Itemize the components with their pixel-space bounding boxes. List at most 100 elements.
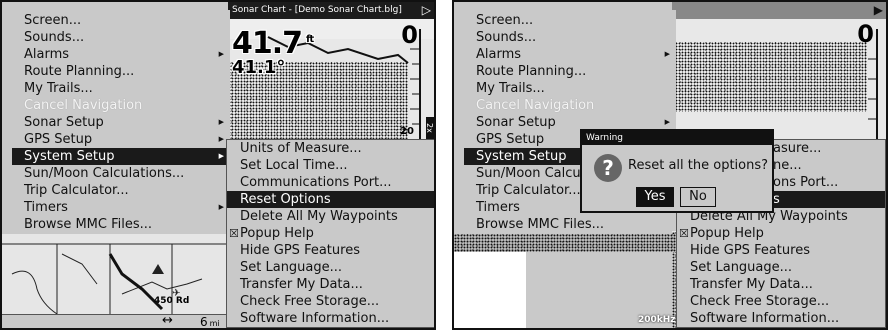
checkbox-checked-icon[interactable]: ☒ <box>679 225 689 242</box>
submenu-right-item-label: Hide GPS Features <box>690 243 810 258</box>
main-menu-right-item[interactable]: My Trails... <box>464 80 676 97</box>
pan-arrows-icon: ↔ <box>162 313 173 328</box>
submenu-item[interactable]: Hide GPS Features <box>227 242 434 259</box>
main-menu-item[interactable]: GPS Setup ▶ <box>12 131 230 148</box>
collapse-triangle-icon-right[interactable]: ▶ <box>874 3 883 18</box>
main-menu-item[interactable]: Sonar Setup ▶ <box>12 114 230 131</box>
submenu-right-item[interactable]: Hide GPS Features <box>677 242 885 259</box>
submenu-item-label: Set Local Time... <box>240 158 348 173</box>
main-menu-item[interactable]: System Setup ▶ <box>12 148 230 165</box>
depth-scale-top-right: 0 <box>857 20 874 48</box>
main-menu-item-label: Sounds... <box>24 30 85 45</box>
submenu-item-label: Check Free Storage... <box>240 294 380 309</box>
submenu-item[interactable]: Set Local Time... <box>227 157 434 174</box>
submenu-right-item-label: s <box>773 192 780 207</box>
main-menu-item-label: GPS Setup <box>24 132 93 147</box>
main-menu: Screen... Sounds... Alarms ▶ Route Planning.… <box>12 10 230 233</box>
main-menu-right-item-label: Route Planning... <box>476 64 587 79</box>
main-menu-item[interactable]: Alarms ▶ <box>12 46 230 63</box>
main-menu-item[interactable]: Browse MMC Files... <box>12 216 230 233</box>
sonar-chart-title-right: ▶ <box>672 2 886 19</box>
submenu-item[interactable]: Communications Port... <box>227 174 434 191</box>
map-status-bar: ↔ 6 mi <box>2 313 228 329</box>
submenu-right-item-label: Popup Help <box>690 226 764 241</box>
submenu-item-label: Transfer My Data... <box>240 277 363 292</box>
submenu-item[interactable]: Check Free Storage... <box>227 293 434 310</box>
submenu-right-item-label: Check Free Storage... <box>690 294 830 309</box>
main-menu-right-item-label: Cancel Navigation <box>476 98 595 113</box>
chevron-right-icon: ▶ <box>218 118 224 126</box>
white-window <box>454 252 526 328</box>
main-menu-right-item-label: GPS Setup <box>476 132 545 147</box>
map-zoom-value: 6 mi <box>200 315 220 329</box>
dialog-message: Reset all the options? <box>628 158 769 173</box>
main-menu-item[interactable]: Sounds... <box>12 29 230 46</box>
submenu-right-item[interactable]: Transfer My Data... <box>677 276 885 293</box>
submenu-item[interactable]: Set Language... <box>227 259 434 276</box>
main-menu-item-label: Screen... <box>24 13 82 28</box>
submenu-right-item[interactable]: Check Free Storage... <box>677 293 885 310</box>
main-menu-item-label: Trip Calculator... <box>24 183 129 198</box>
submenu-item-label: Reset Options <box>240 192 331 207</box>
depth-scale-top: 0 <box>401 21 418 49</box>
main-menu-right-item-label: Sonar Setup <box>476 115 556 130</box>
temperature-readout: 41.1° <box>232 57 286 78</box>
submenu-item[interactable]: Software Information... <box>227 310 434 327</box>
submenu-right-item[interactable]: Set Language... <box>677 259 885 276</box>
submenu-right-item[interactable]: Software Information... <box>677 310 885 327</box>
submenu-item[interactable]: Units of Measure... <box>227 140 434 157</box>
main-menu-item-label: Sonar Setup <box>24 115 104 130</box>
submenu-item-label: Communications Port... <box>240 175 392 190</box>
main-menu-right-item-label: Timers <box>476 200 520 215</box>
submenu-item-label: Software Information... <box>240 311 390 326</box>
chevron-right-icon: ▶ <box>218 152 224 160</box>
main-menu-item-label: Browse MMC Files... <box>24 217 153 232</box>
question-icon: ? <box>594 154 622 182</box>
submenu-item-label: Popup Help <box>240 226 314 241</box>
submenu-item[interactable]: Reset Options <box>227 191 434 208</box>
submenu-item-label: Units of Measure... <box>240 141 362 156</box>
submenu-right-item-label: Software Information... <box>690 311 840 326</box>
main-menu-right-item[interactable]: Sounds... <box>464 29 676 46</box>
main-menu-right-item-label: Alarms <box>476 47 522 62</box>
main-menu-right-item-label: Screen... <box>476 13 534 28</box>
chevron-right-icon: ▶ <box>218 135 224 143</box>
chevron-right-icon: ▶ <box>218 203 224 211</box>
yes-button[interactable]: Yes <box>636 187 674 207</box>
sonar-chart-title: Sonar Chart - [Demo Sonar Chart.blg] ▷ <box>228 2 434 19</box>
warning-dialog: Warning ? Reset all the options? Yes No <box>580 129 774 213</box>
main-menu-item[interactable]: Route Planning... <box>12 63 230 80</box>
main-menu-right-item[interactable]: Screen... <box>464 12 676 29</box>
main-menu-right-item[interactable]: Browse MMC Files... <box>464 216 676 233</box>
submenu-item[interactable]: Transfer My Data... <box>227 276 434 293</box>
main-menu-right-item-label: Trip Calculator... <box>476 183 581 198</box>
main-menu-right-item-label: Browse MMC Files... <box>476 217 605 232</box>
main-menu-item[interactable]: Trip Calculator... <box>12 182 230 199</box>
main-menu-item-label: Route Planning... <box>24 64 135 79</box>
main-menu-right-item-label: Sounds... <box>476 30 537 45</box>
checkbox-checked-icon[interactable]: ☒ <box>229 225 239 242</box>
main-menu-right-item[interactable]: Alarms ▶ <box>464 46 676 63</box>
submenu-right-item-label: ons Port... <box>773 175 839 190</box>
main-menu-item[interactable]: Timers ▶ <box>12 199 230 216</box>
no-button[interactable]: No <box>680 187 716 207</box>
submenu-item[interactable]: ☒ Popup Help <box>227 225 434 242</box>
main-menu-right-item-label: My Trails... <box>476 81 545 96</box>
submenu-right-item-label: asure... <box>773 141 822 156</box>
submenu-item[interactable]: Delete All My Waypoints <box>227 208 434 225</box>
main-menu-item-label: Timers <box>24 200 68 215</box>
submenu-item-label: Set Language... <box>240 260 343 275</box>
submenu-right-item-label: Set Language... <box>690 260 793 275</box>
main-menu-right-item[interactable]: Route Planning... <box>464 63 676 80</box>
collapse-triangle-icon[interactable]: ▷ <box>422 3 431 18</box>
main-menu-item[interactable]: Sun/Moon Calculations... <box>12 165 230 182</box>
zoom-indicator: 2x <box>425 117 434 139</box>
main-menu-item[interactable]: Screen... <box>12 12 230 29</box>
main-menu-right-item-label: System Setup <box>476 149 567 164</box>
submenu-right-item-label: Transfer My Data... <box>690 277 813 292</box>
submenu-right-item[interactable]: ☒ Popup Help <box>677 225 885 242</box>
main-menu-item-label: Cancel Navigation <box>24 98 143 113</box>
main-menu-item[interactable]: My Trails... <box>12 80 230 97</box>
main-menu-right-item-label: Sun/Moon Calcu <box>476 166 581 181</box>
chevron-right-icon: ▶ <box>218 50 224 58</box>
